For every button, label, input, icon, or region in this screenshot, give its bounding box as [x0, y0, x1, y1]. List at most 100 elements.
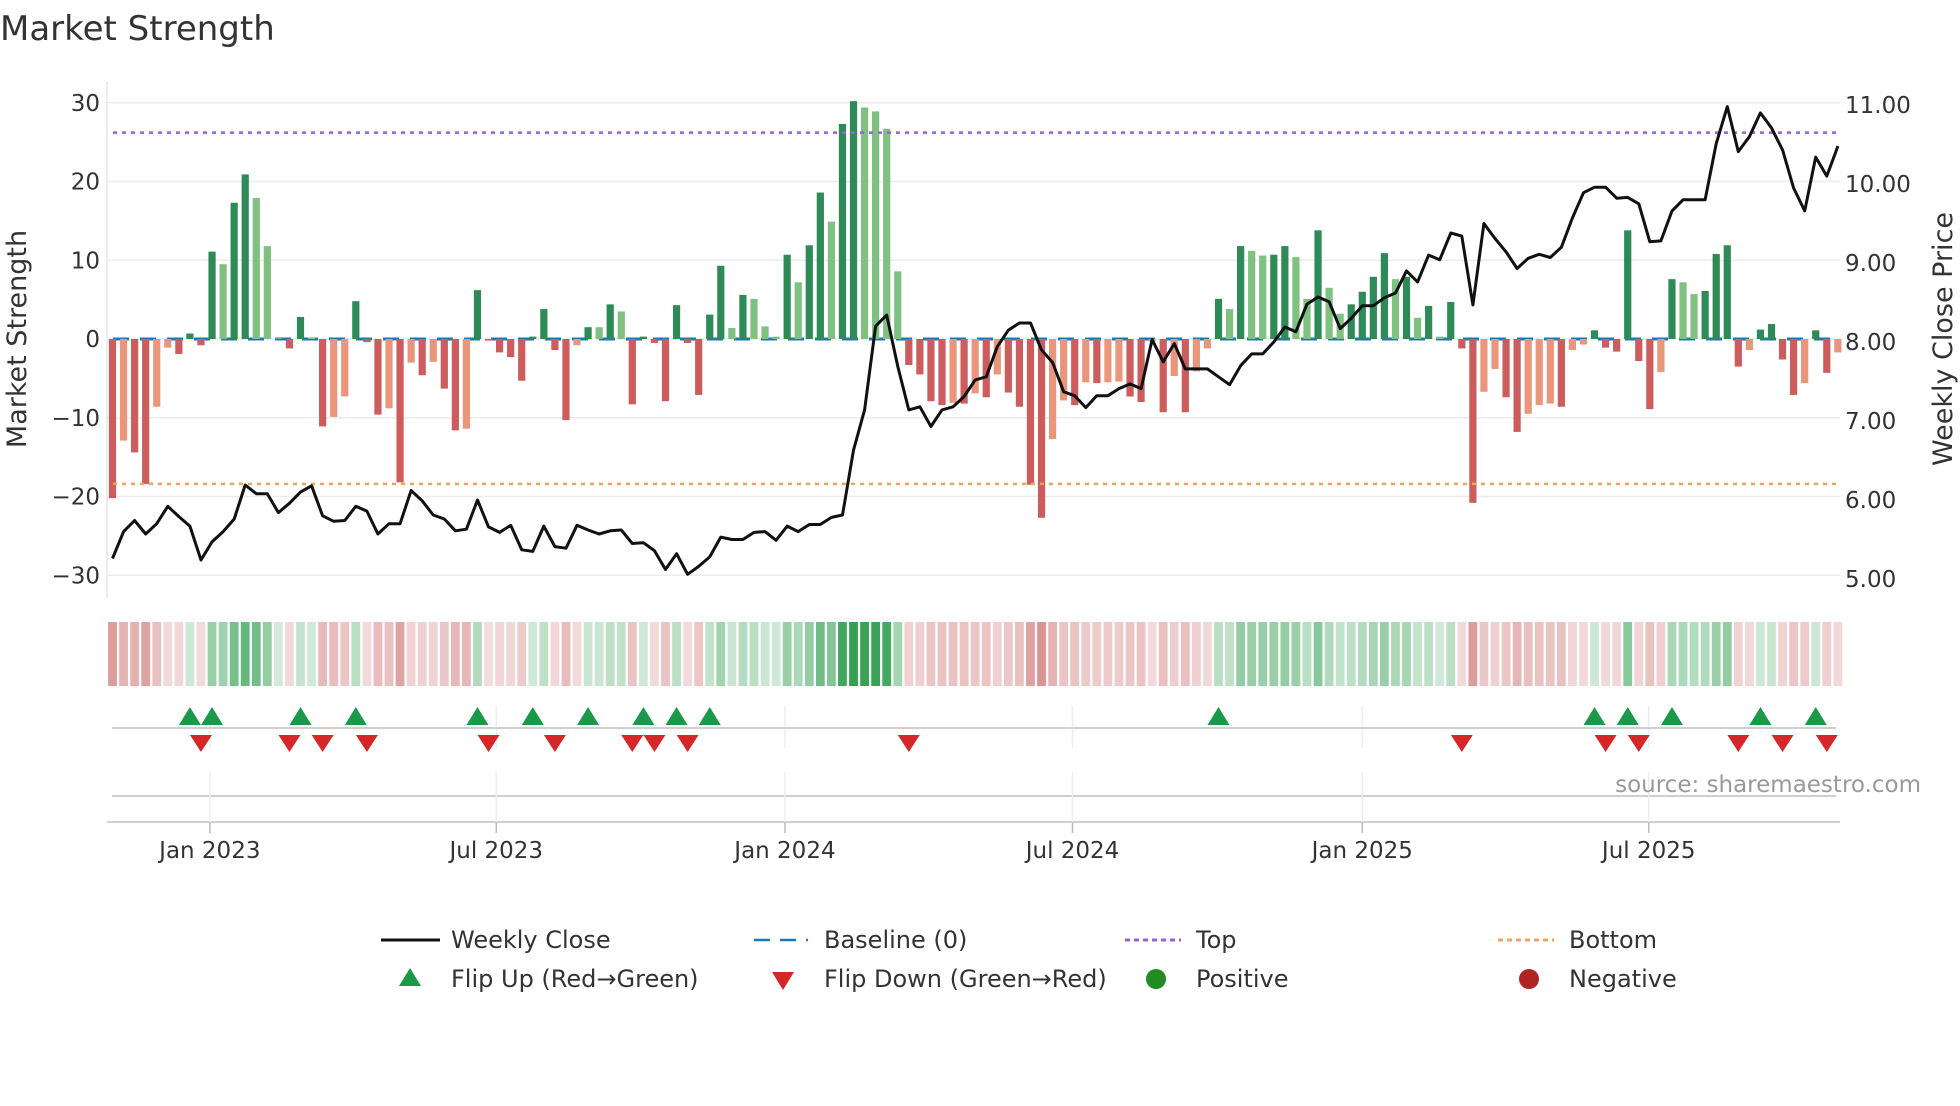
y2-tick-label: 5.00 — [1845, 567, 1896, 593]
strength-bar — [650, 339, 659, 343]
strength-bar — [451, 339, 459, 431]
strength-bar — [1602, 339, 1610, 348]
heat-cell — [749, 622, 759, 686]
y2-tick-label: 11.00 — [1845, 93, 1911, 119]
strength-bar — [142, 339, 150, 484]
flip-down-marker-icon — [278, 735, 301, 752]
heat-cell — [1291, 622, 1301, 686]
heat-cell — [738, 622, 748, 686]
heat-cell — [1092, 622, 1102, 686]
heat-cell — [1534, 622, 1544, 686]
heat-cell — [1523, 622, 1533, 686]
heat-cell — [1070, 622, 1080, 686]
flip-up-marker-icon — [1616, 707, 1639, 725]
strength-bar — [1369, 276, 1377, 339]
heat-cell — [1601, 622, 1610, 686]
strength-bar — [794, 282, 802, 339]
strength-bar — [672, 305, 681, 339]
strength-bar — [617, 311, 625, 339]
legend: Weekly Close Baseline (0) Top Bottom Fli… — [381, 926, 1677, 993]
strength-bar — [728, 327, 736, 339]
y-tick-label: 10 — [71, 248, 100, 274]
strength-bar — [750, 298, 758, 339]
strength-bar — [341, 339, 349, 397]
heat-cell — [373, 622, 383, 686]
legend-item-weekly-close: Weekly Close — [381, 926, 611, 954]
heat-cell — [716, 622, 726, 686]
strength-bar — [1115, 339, 1123, 382]
heat-cell — [484, 622, 493, 686]
strength-bar — [1635, 339, 1643, 362]
heat-cell — [1800, 622, 1810, 686]
strength-bar — [1568, 339, 1577, 351]
heat-cell — [893, 622, 903, 686]
heat-cell — [439, 622, 449, 686]
strength-bar — [164, 339, 172, 348]
heat-cell — [1114, 622, 1124, 686]
heat-cell — [108, 622, 117, 686]
y2-tick-label: 7.00 — [1845, 409, 1896, 435]
heat-cell — [1645, 622, 1655, 686]
heat-cell — [1778, 622, 1787, 686]
strength-bar — [1668, 279, 1676, 339]
strength-bar — [131, 339, 139, 453]
strength-bar — [496, 339, 504, 353]
strength-bar — [1701, 290, 1709, 339]
heat-cell — [1346, 622, 1356, 686]
y-tick-label: −20 — [51, 485, 100, 511]
heat-cell — [528, 622, 538, 686]
legend-label: Weekly Close — [451, 926, 611, 954]
heat-cell — [1656, 622, 1666, 686]
heat-strip — [108, 622, 1843, 686]
heat-cell — [1335, 622, 1345, 686]
strength-bar — [1590, 330, 1599, 339]
heat-cell — [1623, 622, 1633, 686]
strength-bar — [927, 339, 935, 402]
strength-bar — [606, 304, 614, 339]
heat-cell — [661, 622, 670, 686]
heat-cell — [1612, 622, 1622, 686]
strength-bar — [717, 265, 725, 339]
strength-bar — [1790, 339, 1798, 395]
heat-cell — [163, 622, 173, 686]
strength-bar — [661, 339, 670, 402]
heat-cell — [804, 622, 814, 686]
strength-bar — [1513, 339, 1521, 432]
heat-cell — [1744, 622, 1754, 686]
strength-bar — [1447, 301, 1455, 339]
strength-bar — [1126, 339, 1134, 397]
heat-cell — [650, 622, 659, 686]
heat-cell — [1136, 622, 1146, 686]
heat-cell — [1269, 622, 1279, 686]
heat-cell — [970, 622, 980, 686]
strength-bar — [783, 254, 791, 339]
strength-bar — [1203, 339, 1212, 349]
strength-bar — [296, 316, 305, 339]
heat-cell — [450, 622, 460, 686]
heat-cell — [838, 622, 847, 686]
heat-cell — [1833, 622, 1843, 686]
strength-bar — [462, 339, 471, 429]
strength-bar — [1646, 339, 1654, 410]
heat-cell — [815, 622, 825, 686]
flip-up-marker-icon — [1804, 707, 1827, 725]
heat-cell — [1191, 622, 1201, 686]
strength-bar — [440, 339, 448, 389]
strength-bar — [838, 124, 847, 339]
strength-bar — [1491, 339, 1499, 369]
heat-cell — [495, 622, 504, 686]
strength-bar — [827, 221, 835, 339]
legend-item-flip-down: Flip Down (Green→Red) — [772, 965, 1107, 993]
triangle-down-icon — [772, 972, 794, 990]
strength-bar — [573, 339, 581, 346]
flip-down-marker-icon — [676, 735, 699, 752]
legend-item-baseline: Baseline (0) — [754, 926, 967, 954]
flip-down-marker-icon — [1815, 735, 1838, 752]
heat-cell — [1302, 622, 1312, 686]
strength-bar — [894, 271, 902, 339]
strength-bar — [1723, 245, 1731, 339]
strength-bar — [761, 326, 769, 339]
strength-bar — [938, 339, 946, 406]
strength-bar — [197, 339, 205, 346]
market-strength-chart: Market Strength 30 20 10 0 −10 −20 −30 11.00 10… — [0, 9, 1959, 993]
